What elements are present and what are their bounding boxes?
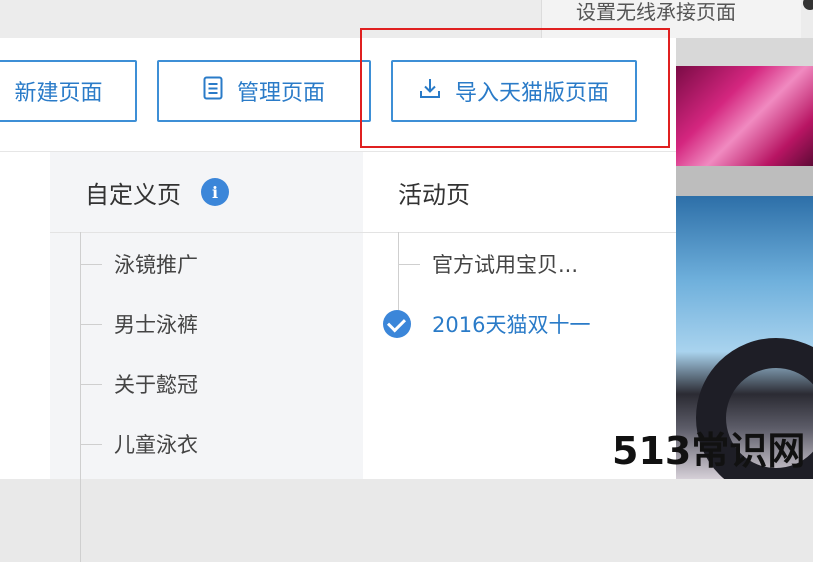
import-tmall-page-button[interactable]: 导入天猫版页面 (391, 60, 637, 122)
download-icon (419, 77, 441, 105)
manage-pages-button[interactable]: 管理页面 (157, 60, 371, 122)
document-list-icon (203, 76, 223, 106)
checkmark-icon (383, 310, 411, 338)
custom-page-item[interactable]: 关于懿冠 (80, 364, 198, 404)
manage-pages-label: 管理页面 (236, 81, 325, 106)
custom-page-item[interactable]: 泳镜推广 (80, 244, 198, 284)
import-tmall-page-label: 导入天猫版页面 (454, 81, 609, 106)
activity-page-label: 2016天猫双十一 (432, 313, 591, 337)
activity-page-label: 官方试用宝贝... (432, 253, 579, 277)
info-icon[interactable]: i (201, 178, 229, 206)
top-bar: 设置无线承接页面 (0, 0, 813, 38)
preview-banner-image (676, 66, 813, 166)
preview-divider (676, 166, 813, 196)
custom-page-item[interactable]: 男士泳裤 (80, 304, 198, 344)
custom-page-label: 关于懿冠 (114, 373, 198, 397)
wireless-landing-label: 设置无线承接页面 (576, 0, 736, 24)
activity-page-item-selected[interactable]: 2016天猫双十一 (383, 304, 591, 344)
wireless-landing-button[interactable]: 设置无线承接页面 (541, 0, 801, 38)
action-bar: 新建页面 管理页面 导入天猫版页面 (0, 38, 676, 152)
custom-page-label: 儿童泳衣 (114, 433, 198, 457)
page-preview (676, 38, 813, 479)
activity-pages-header: 活动页 (363, 152, 676, 233)
custom-page-item[interactable]: 儿童泳衣 (80, 424, 198, 464)
custom-pages-title: 自定义页 (85, 180, 181, 209)
custom-page-label: 男士泳裤 (114, 313, 198, 337)
custom-pages-column: 自定义页 i 泳镜推广 男士泳裤 关于懿冠 儿童泳衣 (50, 152, 363, 562)
new-page-label: 新建页面 (14, 81, 103, 106)
activity-page-item[interactable]: 官方试用宝贝... (398, 244, 578, 284)
new-page-button[interactable]: 新建页面 (0, 60, 137, 122)
watermark: 513常识网 (612, 429, 806, 473)
custom-pages-header: 自定义页 i (50, 152, 363, 233)
custom-page-label: 泳镜推广 (114, 253, 198, 277)
corner-dropdown-icon[interactable] (803, 0, 813, 10)
page-manager-panel: 新建页面 管理页面 导入天猫版页面 自定义页 i 泳镜推广 男士泳裤 关于懿冠 … (0, 38, 676, 562)
activity-pages-title: 活动页 (398, 180, 470, 209)
